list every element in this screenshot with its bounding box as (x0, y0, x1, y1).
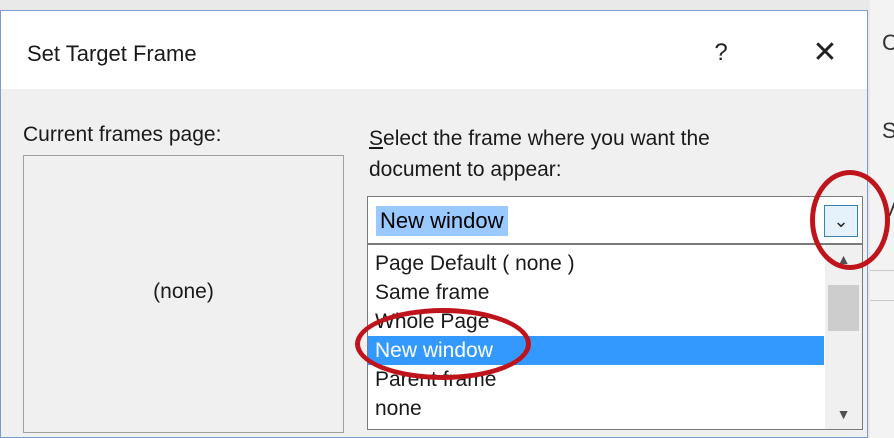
combobox-value: New window (376, 206, 508, 236)
dialog-titlebar[interactable]: Set Target Frame ? ✕ (1, 11, 867, 89)
scroll-up-arrow-icon[interactable]: ▲ (825, 245, 862, 273)
select-frame-label-line2: document to appear: (369, 158, 562, 181)
access-key-letter: S (369, 127, 384, 150)
dropdown-arrow-button[interactable]: ⌄ (824, 205, 858, 237)
list-item-new-window[interactable]: New window (368, 336, 824, 365)
frames-page-preview: (none) (23, 155, 344, 433)
list-item-same-frame[interactable]: Same frame (368, 278, 824, 307)
background-window: C S V (870, 0, 894, 438)
current-frames-page-label: Current frames page: (23, 123, 222, 146)
close-button[interactable]: ✕ (801, 31, 849, 75)
background-divider (870, 300, 894, 301)
background-text-fragment: V (882, 196, 894, 221)
listbox-scrollbar[interactable]: ▲ ▼ (825, 245, 862, 429)
scroll-down-arrow-icon[interactable]: ▼ (825, 400, 862, 428)
list-item-page-default[interactable]: Page Default ( none ) (368, 249, 824, 278)
select-frame-label: Select the frame where you want the docu… (369, 123, 829, 185)
frames-preview-text: (none) (153, 280, 214, 303)
list-item-none[interactable]: none (368, 394, 824, 423)
set-target-frame-dialog: Set Target Frame ? ✕ Current frames page… (0, 10, 868, 438)
background-text-fragment: S (882, 118, 894, 143)
chevron-down-icon: ⌄ (833, 211, 849, 231)
select-frame-label-line1: elect the frame where you want the (383, 127, 710, 150)
list-item-whole-page[interactable]: Whole Page (368, 307, 824, 336)
background-text-fragment: C (882, 30, 894, 55)
dialog-title: Set Target Frame (27, 41, 197, 66)
scroll-thumb[interactable] (828, 285, 859, 331)
target-frame-combobox[interactable]: New window ⌄ (367, 196, 863, 244)
background-divider (870, 270, 894, 271)
list-item-parent-frame[interactable]: Parent frame (368, 365, 824, 394)
help-button[interactable]: ? (701, 33, 741, 73)
target-frame-listbox[interactable]: Page Default ( none ) Same frame Whole P… (367, 244, 863, 430)
